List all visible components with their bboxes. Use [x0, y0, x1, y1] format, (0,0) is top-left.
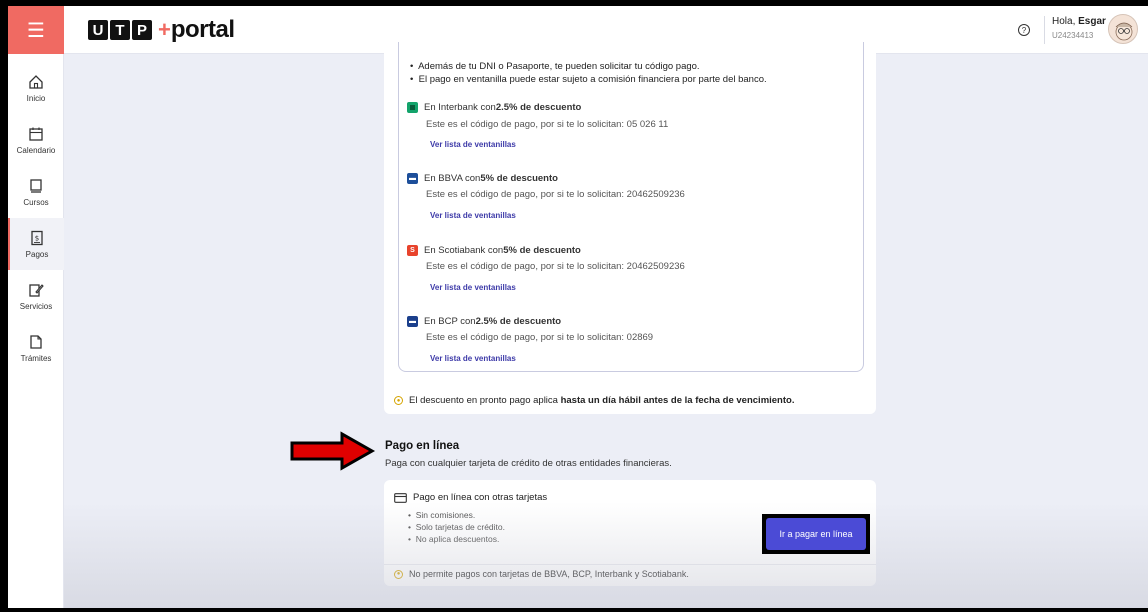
- portal-logo[interactable]: U T P + portal: [88, 15, 235, 45]
- scotiabank-logo-icon: S: [407, 245, 418, 256]
- clock-icon: ●: [394, 396, 403, 405]
- bank-scotiabank: S En Scotiabank con 5% de descuento: [407, 245, 581, 256]
- payment-icon: $: [31, 230, 43, 245]
- sidebar-item-pagos[interactable]: $ Pagos: [8, 218, 64, 270]
- online-feature-list: • Sin comisiones. • Solo tarjetas de cré…: [408, 509, 505, 545]
- greeting: Hola, Esgar: [1052, 16, 1106, 27]
- edit-icon: [29, 283, 44, 297]
- interbank-logo-icon: [407, 102, 418, 113]
- user-code: U24234413: [1052, 31, 1094, 40]
- view-branches-link[interactable]: Ver lista de ventanillas: [430, 283, 516, 292]
- bank-payment-code: Este es el código de pago, por si te lo …: [426, 332, 654, 343]
- credit-card-icon: [394, 492, 407, 503]
- app-window: ☰ U T P + portal ? Hola, Esgar U24234413: [8, 6, 1148, 608]
- info-bullet: • El pago en ventanilla puede estar suje…: [410, 74, 767, 85]
- sidebar-item-servicios[interactable]: Servicios: [8, 270, 64, 322]
- sidebar-item-label: Pagos: [25, 249, 49, 259]
- greeting-prefix: Hola,: [1052, 16, 1079, 27]
- list-item: • Solo tarjetas de crédito.: [408, 522, 506, 532]
- sidebar: Inicio Calendario Cursos $ Pagos Servici…: [8, 54, 64, 608]
- online-card-title: Pago en línea con otras tarjetas: [394, 492, 547, 503]
- bank-bcp: ▬ En BCP con 2.5% de descuento: [407, 316, 562, 327]
- home-icon: [29, 74, 43, 89]
- sidebar-item-cursos[interactable]: Cursos: [8, 166, 64, 218]
- annotation-arrow-icon: [290, 431, 376, 471]
- calendar-icon: [29, 127, 43, 141]
- bank-payment-code: Este es el código de pago, por si te lo …: [426, 189, 685, 200]
- online-footer-note: ● No permite pagos con tarjetas de BBVA,…: [394, 569, 689, 579]
- header-divider: [1044, 16, 1045, 44]
- hamburger-icon: ☰: [27, 19, 45, 42]
- sidebar-item-calendario[interactable]: Calendario: [8, 114, 64, 166]
- sidebar-item-inicio[interactable]: Inicio: [8, 62, 64, 114]
- bcp-logo-icon: ▬: [407, 316, 418, 327]
- document-icon: [30, 334, 42, 349]
- sidebar-item-tramites[interactable]: Trámites: [8, 322, 64, 374]
- bank-interbank: En Interbank con 2.5% de descuento: [407, 102, 581, 113]
- logo-mark: U T P: [88, 20, 154, 40]
- view-branches-link[interactable]: Ver lista de ventanillas: [430, 354, 516, 363]
- book-icon: [30, 178, 42, 193]
- user-name: Esgar: [1078, 16, 1106, 27]
- bank-payment-code: Este es el código de pago, por si te lo …: [426, 261, 685, 272]
- bbva-logo-icon: ▬: [407, 173, 418, 184]
- pay-online-highlight: Ir a pagar en línea: [762, 514, 870, 554]
- help-icon[interactable]: ?: [1018, 24, 1030, 36]
- list-item: • Sin comisiones.: [408, 510, 476, 520]
- logo-plus: +: [158, 17, 171, 42]
- list-item: • No aplica descuentos.: [408, 534, 500, 544]
- avatar[interactable]: [1108, 14, 1138, 44]
- sidebar-item-label: Servicios: [19, 301, 53, 311]
- online-payment-subtitle: Paga con cualquier tarjeta de crédito de…: [385, 458, 672, 469]
- info-bullet: • Además de tu DNI o Pasaporte, te puede…: [410, 61, 700, 72]
- menu-button[interactable]: ☰: [8, 6, 64, 54]
- bank-bbva: ▬ En BBVA con 5% de descuento: [407, 173, 558, 184]
- online-payment-title: Pago en línea: [385, 440, 460, 452]
- sidebar-item-label: Calendario: [16, 145, 56, 155]
- sidebar-item-label: Cursos: [23, 197, 49, 207]
- pay-online-button[interactable]: Ir a pagar en línea: [766, 518, 866, 550]
- divider: [384, 564, 876, 565]
- bank-payment-code: Este es el código de pago, por si te lo …: [426, 119, 669, 130]
- logo-text: portal: [170, 16, 235, 43]
- clock-icon: ●: [394, 569, 403, 579]
- discount-notice: ● El descuento en pronto pago aplica has…: [394, 395, 794, 406]
- sidebar-item-label: Inicio: [26, 93, 46, 103]
- view-branches-link[interactable]: Ver lista de ventanillas: [430, 140, 516, 149]
- view-branches-link[interactable]: Ver lista de ventanillas: [430, 211, 516, 220]
- sidebar-item-label: Trámites: [20, 353, 52, 363]
- svg-text:$: $: [35, 234, 39, 242]
